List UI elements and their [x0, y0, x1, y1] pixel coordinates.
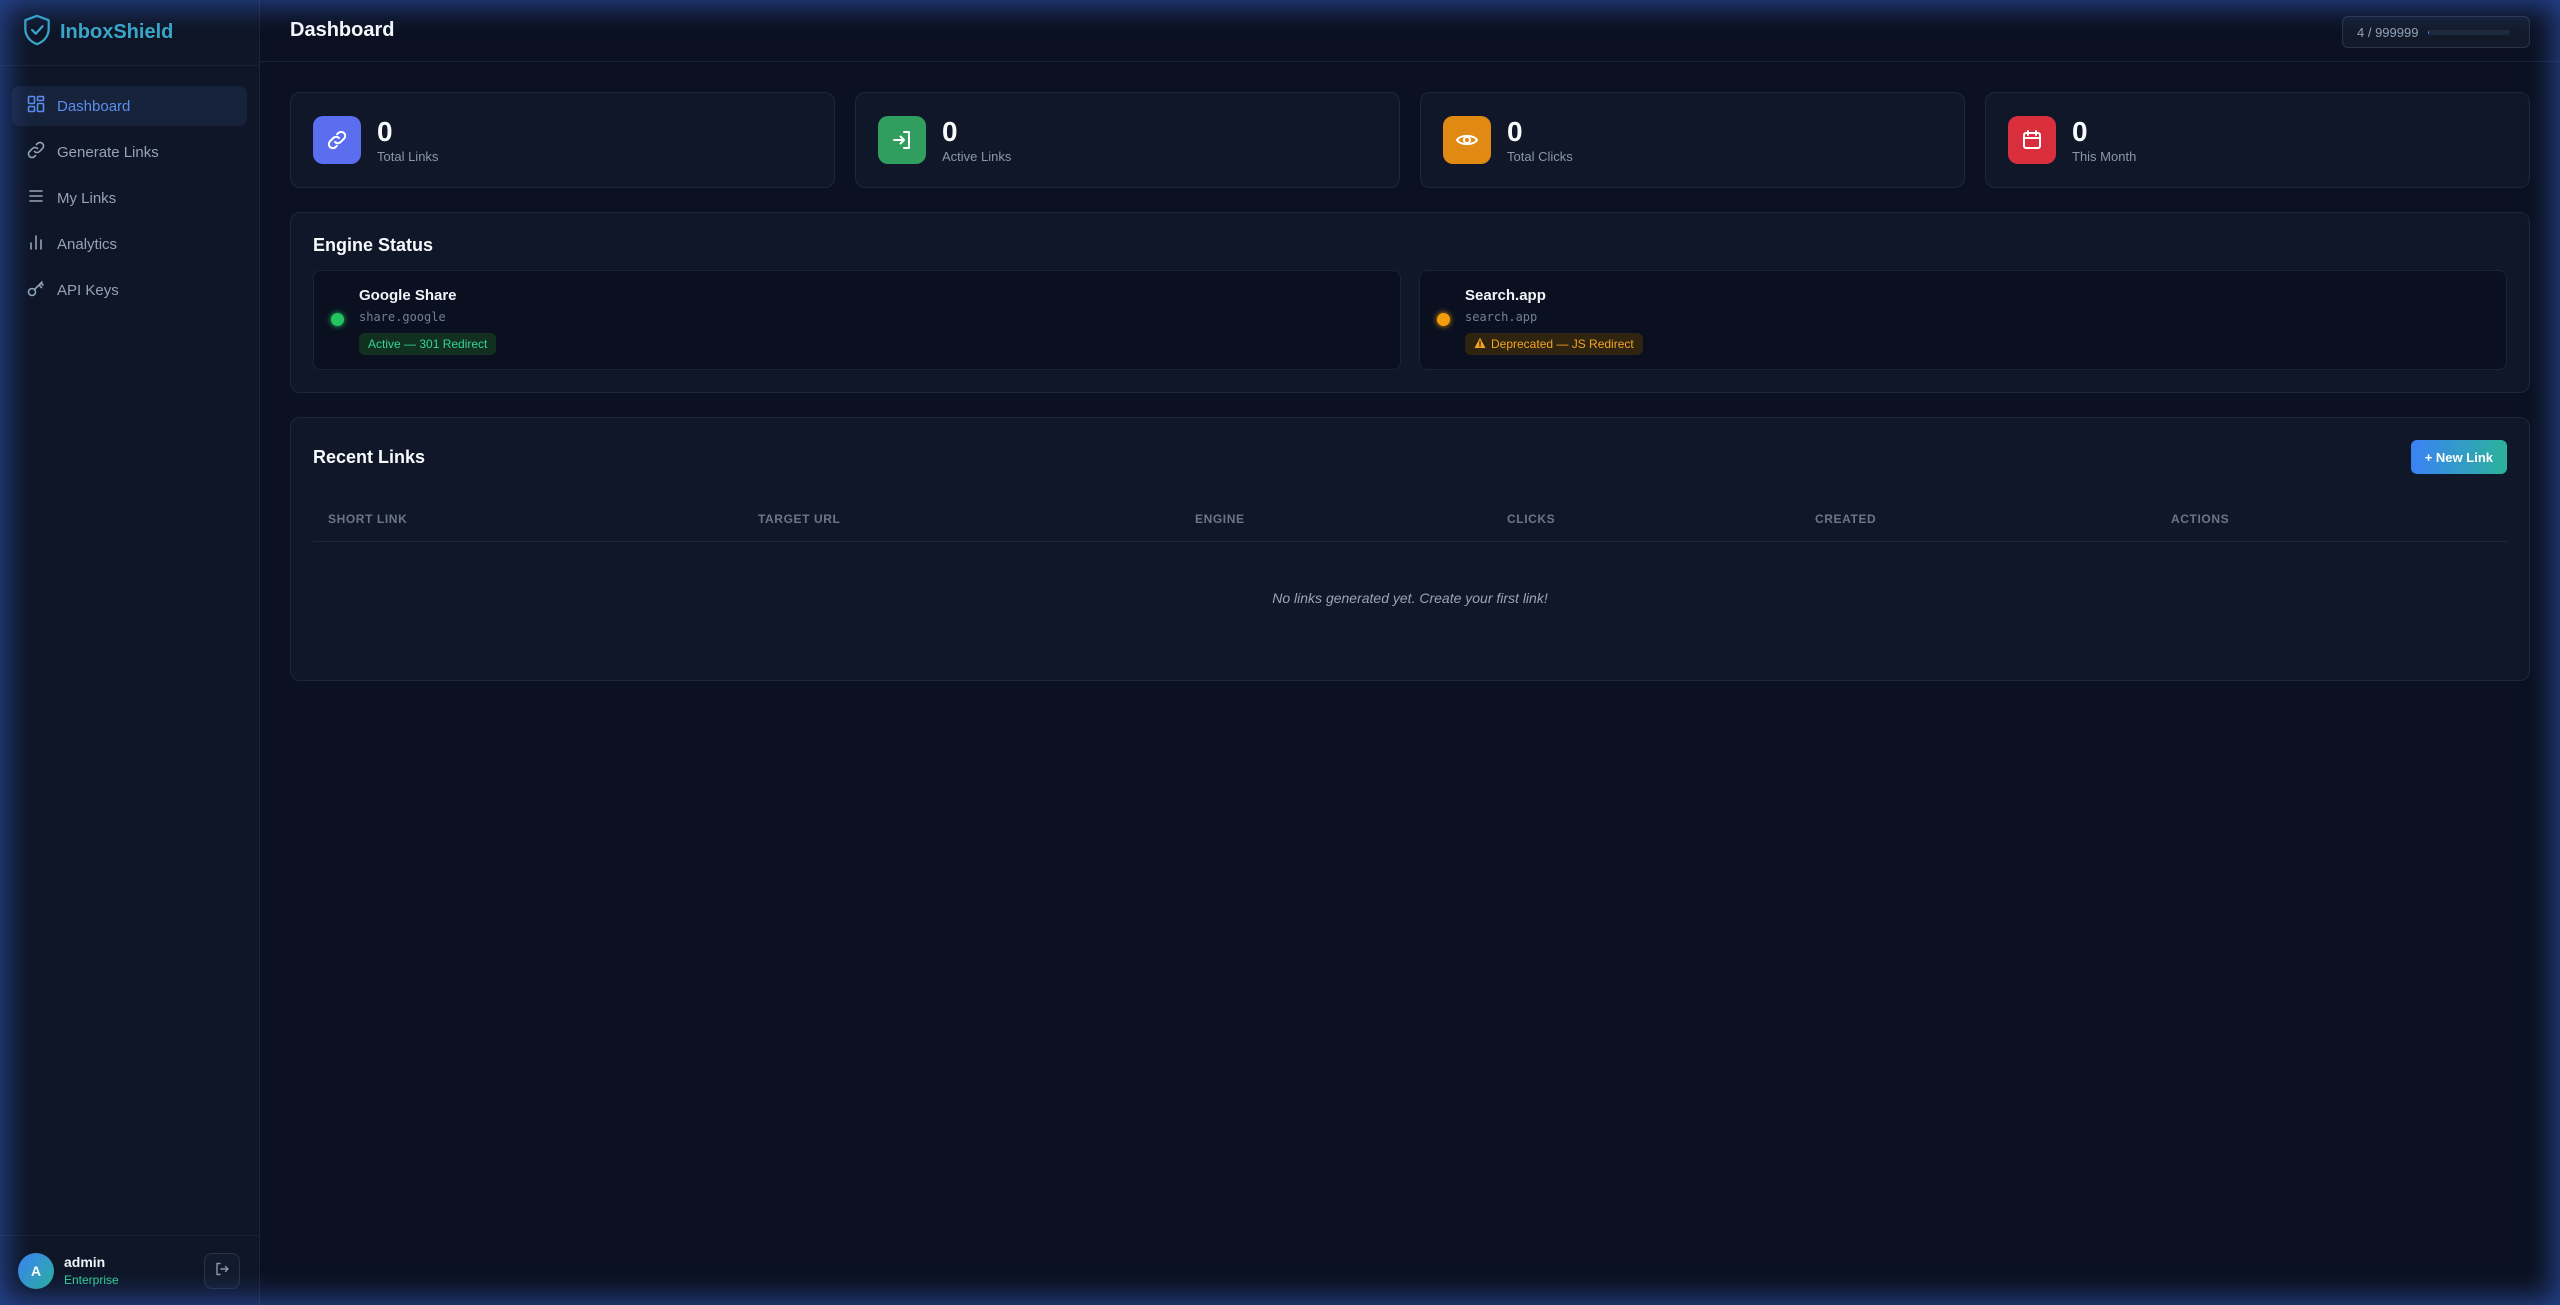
- main-area: Dashboard 4 / 999999 0 Total Links 0 Act…: [260, 0, 2560, 1305]
- topbar: Dashboard 4 / 999999: [260, 0, 2560, 62]
- status-badge: Deprecated — JS Redirect: [1465, 333, 1643, 355]
- sidebar-item-my-links[interactable]: My Links: [12, 178, 247, 218]
- status-badge-label: Deprecated — JS Redirect: [1491, 337, 1634, 351]
- quota-text: 4 / 999999: [2357, 24, 2419, 40]
- list-icon: [26, 186, 57, 210]
- login-arrow-icon: [878, 116, 926, 164]
- sidebar-item-api-keys[interactable]: API Keys: [12, 270, 247, 310]
- engine-domain: search.app: [1465, 310, 1538, 324]
- shield-icon: [22, 14, 52, 51]
- stat-value: 0: [942, 115, 958, 147]
- sidebar-nav: Dashboard Generate Links My Links Analyt…: [0, 66, 259, 310]
- status-dot: [331, 313, 344, 326]
- link-icon: [313, 116, 361, 164]
- column-header-target-url[interactable]: TARGET URL: [743, 512, 1180, 526]
- quota-bar: [2428, 29, 2511, 35]
- brand[interactable]: InboxShield: [0, 0, 259, 66]
- sidebar-item-label: Dashboard: [57, 97, 131, 115]
- stat-value: 0: [377, 115, 393, 147]
- link-icon: [26, 140, 57, 164]
- avatar[interactable]: A: [18, 1252, 54, 1289]
- stat-card-this-month: 0 This Month: [1985, 92, 2530, 188]
- column-header-actions: ACTIONS: [2171, 511, 2230, 526]
- status-badge: Active — 301 Redirect: [359, 333, 497, 355]
- user-name: admin: [64, 1254, 106, 1270]
- stat-label: Active Links: [942, 148, 1012, 164]
- stat-label: Total Clicks: [1507, 148, 1573, 164]
- sidebar-item-label: Analytics: [57, 235, 118, 253]
- stat-label: Total Links: [377, 148, 439, 164]
- sidebar-item-analytics[interactable]: Analytics: [12, 224, 247, 264]
- grid-icon: [26, 94, 57, 118]
- stat-card-active-links: 0 Active Links: [855, 92, 1400, 188]
- bar-chart-icon: [26, 232, 57, 256]
- key-icon: [26, 278, 57, 302]
- user-plan: Enterprise: [64, 1273, 119, 1287]
- engine-card-search-app[interactable]: Search.app search.app Deprecated — JS Re…: [1419, 270, 2507, 370]
- engine-name: Search.app: [1465, 287, 1546, 304]
- stats-row: 0 Total Links 0 Active Links 0 Total Cli…: [290, 92, 2530, 188]
- stat-label: This Month: [2072, 148, 2137, 164]
- column-header-clicks[interactable]: CLICKS: [1492, 512, 1800, 526]
- recent-links-panel: Recent Links + New Link SHORT LINK TARGE…: [290, 417, 2530, 681]
- column-header-short-link[interactable]: SHORT LINK: [313, 512, 743, 526]
- stat-card-total-links: 0 Total Links: [290, 92, 835, 188]
- warning-icon: [1474, 337, 1491, 352]
- stat-value: 0: [1507, 115, 1523, 147]
- section-title: Engine Status: [313, 235, 434, 255]
- empty-state-message: No links generated yet. Create your firs…: [1272, 590, 1548, 606]
- sidebar-item-dashboard[interactable]: Dashboard: [12, 86, 247, 126]
- sidebar-item-generate-links[interactable]: Generate Links: [12, 132, 247, 172]
- engine-name: Google Share: [359, 287, 457, 304]
- status-badge-label: Active — 301 Redirect: [368, 337, 488, 351]
- sidebar-item-label: API Keys: [57, 281, 119, 299]
- stat-value: 0: [2072, 115, 2088, 147]
- engine-card-google-share[interactable]: Google Share share.google Active — 301 R…: [313, 270, 1401, 370]
- sidebar-item-label: Generate Links: [57, 143, 159, 161]
- sidebar: InboxShield Dashboard Generate Links My …: [0, 0, 260, 1305]
- section-title: Recent Links: [313, 446, 426, 467]
- quota-indicator: 4 / 999999: [2342, 16, 2530, 48]
- sidebar-item-label: My Links: [57, 189, 117, 207]
- page-title: Dashboard: [290, 19, 395, 41]
- table-header: SHORT LINK TARGET URL ENGINE CLICKS CREA…: [313, 496, 2507, 542]
- calendar-icon: [2008, 116, 2056, 164]
- eye-icon: [1443, 116, 1491, 164]
- column-header-engine[interactable]: ENGINE: [1180, 512, 1492, 526]
- status-dot: [1437, 313, 1450, 326]
- engine-status-panel: Engine Status Google Share share.google …: [290, 212, 2530, 393]
- brand-name: InboxShield: [60, 21, 174, 43]
- engine-domain: share.google: [359, 310, 446, 324]
- stat-card-total-clicks: 0 Total Clicks: [1420, 92, 1965, 188]
- user-profile: A admin Enterprise: [0, 1235, 260, 1305]
- new-link-button[interactable]: + New Link: [2410, 440, 2507, 474]
- logout-icon: [214, 1261, 230, 1282]
- logout-button[interactable]: [204, 1253, 240, 1289]
- quota-bar-fill: [2428, 29, 2430, 35]
- column-header-created[interactable]: CREATED: [1800, 512, 2156, 526]
